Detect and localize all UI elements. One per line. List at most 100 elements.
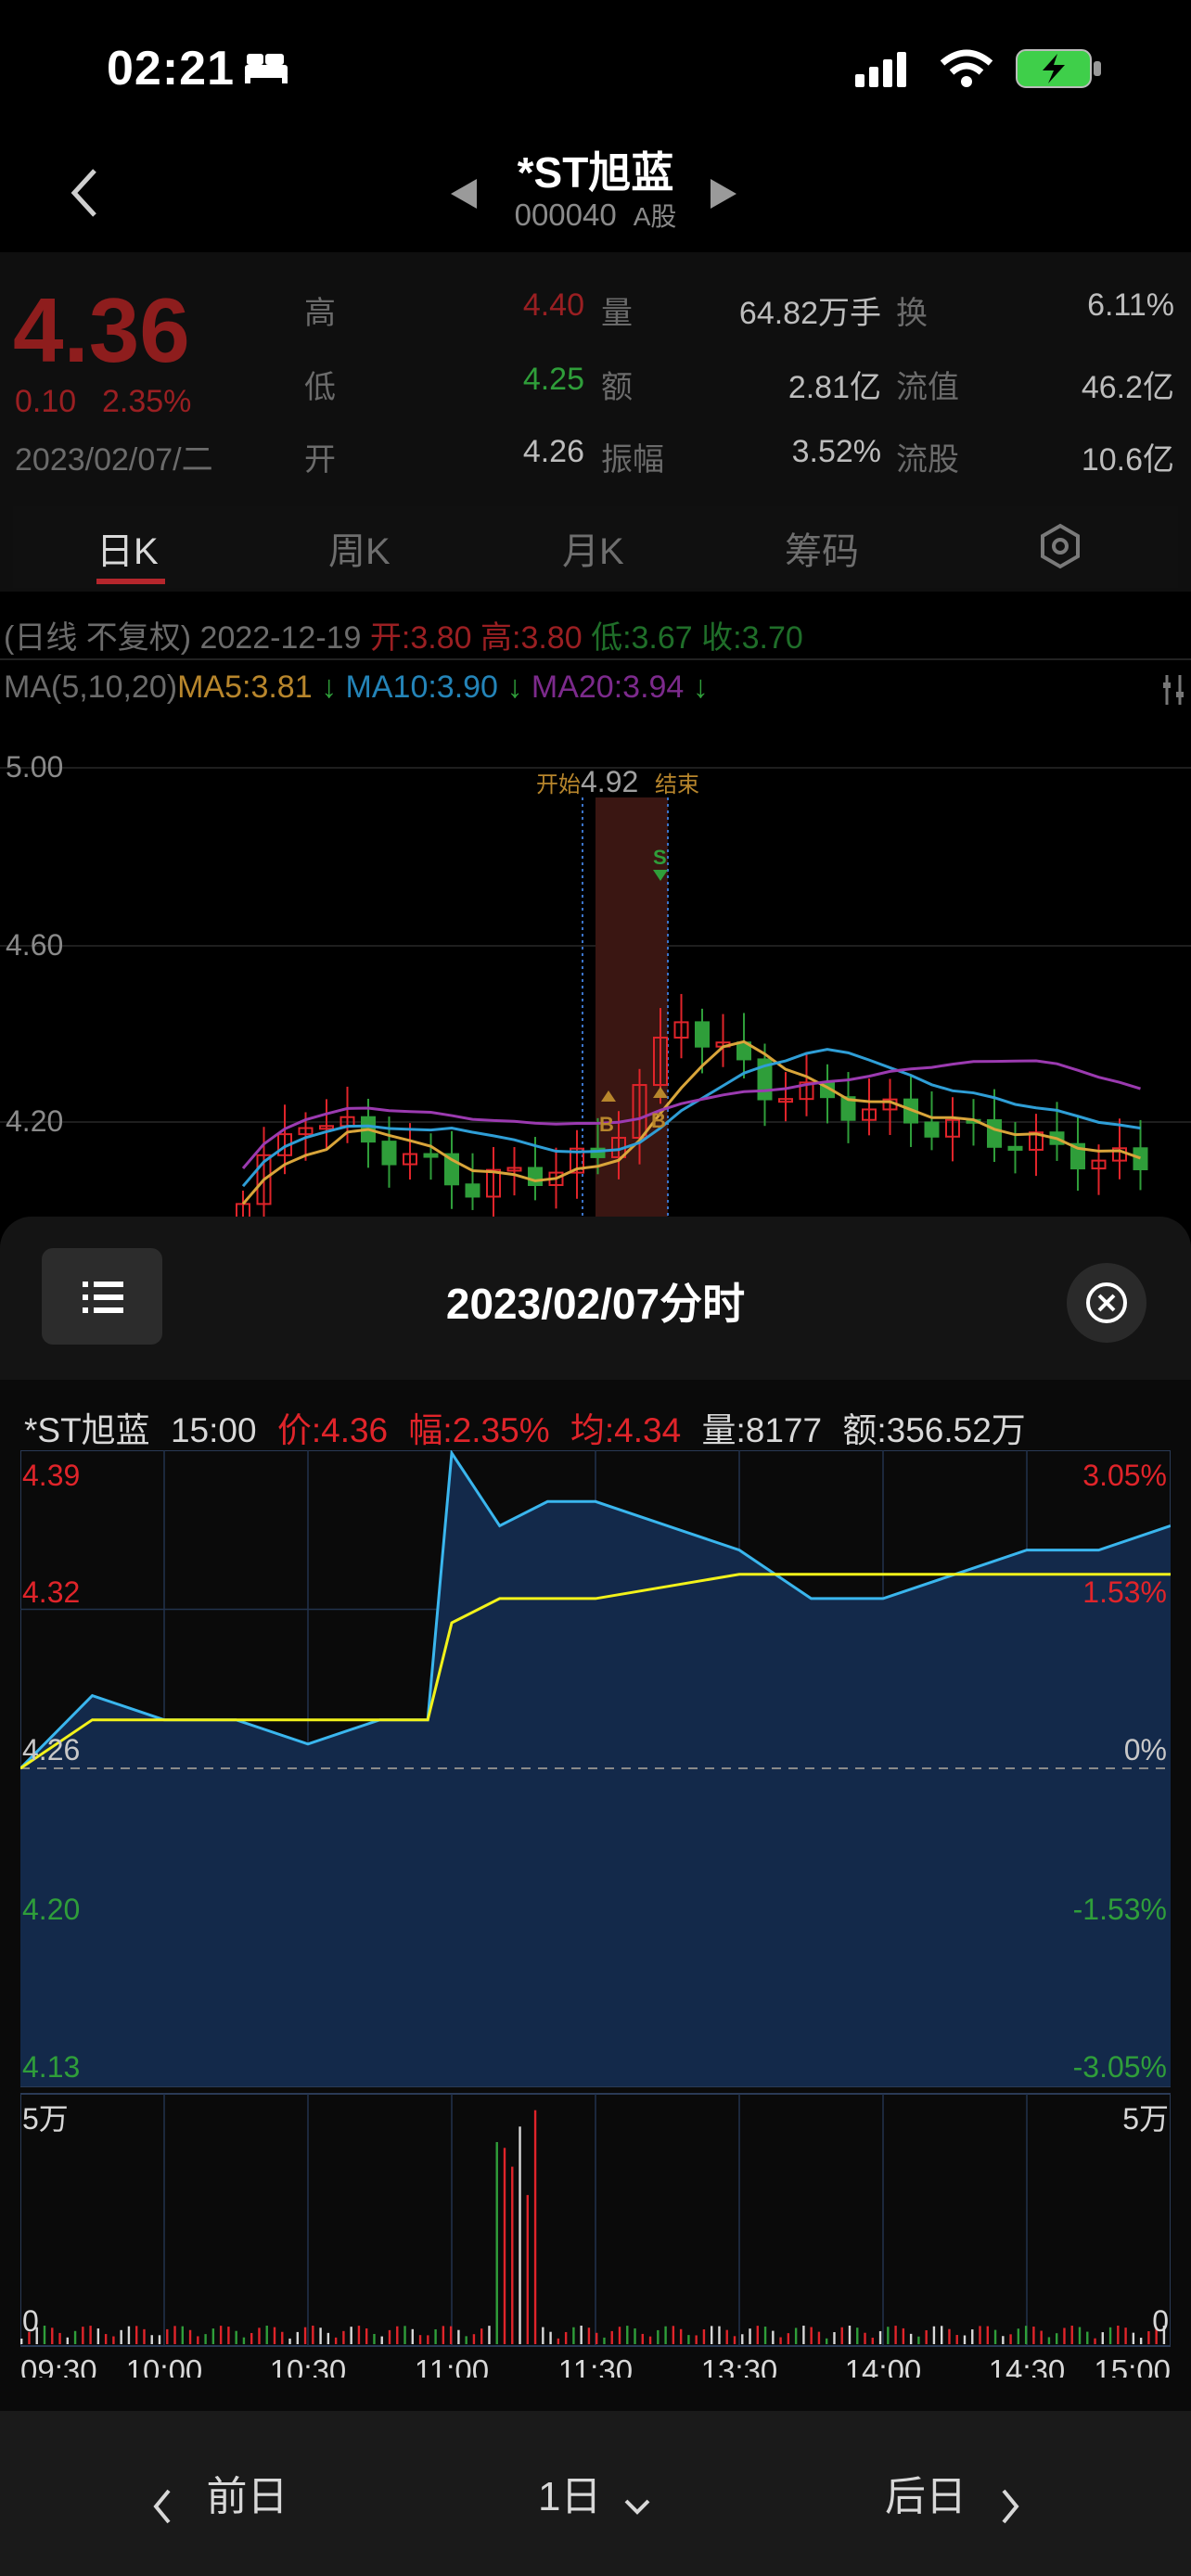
volume-bar: [219, 2326, 223, 2344]
range-end-label: 结束: [655, 772, 699, 797]
y-left-label: 4.26: [22, 1733, 80, 1766]
y-left-label: 4.20: [22, 1893, 80, 1926]
volume-bar: [96, 2328, 100, 2344]
candle: [1112, 1118, 1127, 1180]
signal-icon: [855, 52, 906, 87]
volume-bar: [143, 2328, 146, 2344]
volume-bar: [887, 2327, 890, 2344]
y-right-label: 0%: [1124, 1733, 1167, 1766]
next-day-button[interactable]: 后日: [885, 2463, 1024, 2530]
value-float-shares: 10.6亿: [1081, 442, 1174, 478]
volume-bar: [1101, 2332, 1104, 2344]
volume-bar: [817, 2331, 821, 2344]
period-select[interactable]: 1日: [538, 2463, 656, 2525]
volume-bar: [357, 2326, 361, 2344]
value-open: 4.26: [522, 434, 584, 469]
volume-bar: [557, 2338, 560, 2344]
volume-bar: [794, 2327, 798, 2344]
volume-bar: [1032, 2327, 1035, 2344]
ma20-value: MA20:3.94: [531, 670, 685, 705]
volume-bar: [648, 2336, 652, 2344]
info-avg: 均:4.34: [570, 1411, 682, 1449]
label-low: 低: [304, 370, 336, 405]
volume-bar: [948, 2328, 951, 2344]
volume-bar: [664, 2326, 667, 2344]
wifi-icon: [940, 49, 993, 87]
volume-bar: [258, 2327, 261, 2344]
tab-month-k[interactable]: 月K: [562, 521, 624, 575]
x-tick-label: 13:30: [701, 2353, 778, 2378]
volume-bar: [303, 2327, 307, 2344]
candle: [882, 1078, 898, 1136]
x-tick-label: 14:00: [845, 2353, 922, 2378]
candle: [1070, 1117, 1085, 1192]
volume-bar: [434, 2328, 437, 2344]
volume-bar: [112, 2336, 115, 2344]
volume-bar: [73, 2330, 77, 2344]
volume-bar: [1094, 2338, 1096, 2344]
value-float-value: 46.2亿: [1081, 370, 1174, 405]
volume-bar: [1147, 2331, 1150, 2344]
volume-bar: [1040, 2330, 1043, 2344]
candle: [840, 1072, 856, 1143]
volume-bar: [273, 2327, 276, 2344]
prev-day-button[interactable]: 前日: [148, 2463, 288, 2530]
volume-bar: [564, 2331, 568, 2344]
label-turnover: 换: [896, 296, 928, 331]
y-left-label: 4.13: [22, 2050, 80, 2084]
volume-bar: [150, 2335, 153, 2344]
volume-bar: [472, 2334, 476, 2344]
volume-bar: [418, 2335, 422, 2344]
volume-bar: [549, 2331, 552, 2344]
volume-bar: [679, 2328, 683, 2344]
volume-bar: [211, 2328, 215, 2344]
x-tick-label: 11:30: [558, 2353, 633, 2378]
volume-bar: [779, 2337, 782, 2344]
volume-bar: [288, 2338, 291, 2344]
candle: [924, 1090, 940, 1151]
volume-bar: [826, 2338, 828, 2344]
kline-info-prefix: (日线 不复权): [4, 620, 192, 656]
value-amplitude: 3.52%: [791, 434, 881, 469]
volume-bar: [380, 2336, 383, 2344]
tab-day-k[interactable]: 日K: [96, 521, 159, 575]
volume-bar: [711, 2326, 713, 2344]
volume-bar: [403, 2326, 406, 2344]
volume-bar: [265, 2326, 268, 2344]
x-tick-label: 09:30: [20, 2353, 97, 2378]
range-start-label: 开始: [536, 772, 581, 797]
volume-bar: [626, 2326, 629, 2344]
volume-bar: [941, 2326, 943, 2344]
volume-bar: [542, 2327, 544, 2344]
settings-icon[interactable]: [1037, 523, 1083, 569]
candle: [570, 1129, 584, 1199]
kline-y-label-500: 5.00: [6, 750, 63, 784]
volume-bar: [634, 2327, 636, 2344]
volume-bar: [909, 2333, 913, 2344]
volume-bar: [227, 2327, 230, 2344]
intraday-chart[interactable]: 4.39 4.32 4.26 4.20 4.13 3.05% 1.53% 0% -1.53% -3…: [20, 1450, 1171, 2378]
tab-week-k[interactable]: 周K: [328, 521, 391, 575]
kline-chart[interactable]: 5.00 4.60 4.20 开始 4.92 结束 B B S: [0, 723, 1191, 1224]
volume-bar: [1009, 2334, 1012, 2344]
quote-date: 2023/02/07/二: [15, 442, 213, 478]
volume-bar: [166, 2328, 169, 2344]
tab-chips[interactable]: 筹码: [785, 521, 859, 575]
value-turnover: 6.11%: [1087, 287, 1174, 323]
close-button[interactable]: [1067, 1263, 1146, 1343]
volume-bar: [235, 2330, 237, 2344]
volume-bar: [802, 2326, 805, 2344]
volume-bar: [702, 2329, 706, 2344]
kline-high: 高:3.80: [480, 620, 583, 656]
x-tick-label: 11:00: [415, 2353, 489, 2378]
volume-bar: [894, 2326, 897, 2344]
indicator-settings-icon[interactable]: [1159, 671, 1187, 708]
volume-bar: [427, 2335, 429, 2344]
volume-bar: [350, 2327, 352, 2344]
stock-code-text: 000040: [514, 198, 617, 232]
volume-bar: [388, 2329, 391, 2344]
volume-bar: [1117, 2326, 1120, 2344]
close-icon: [1086, 1282, 1127, 1323]
info-volume: 量:8177: [701, 1411, 823, 1449]
label-float-shares: 流股: [896, 442, 959, 478]
